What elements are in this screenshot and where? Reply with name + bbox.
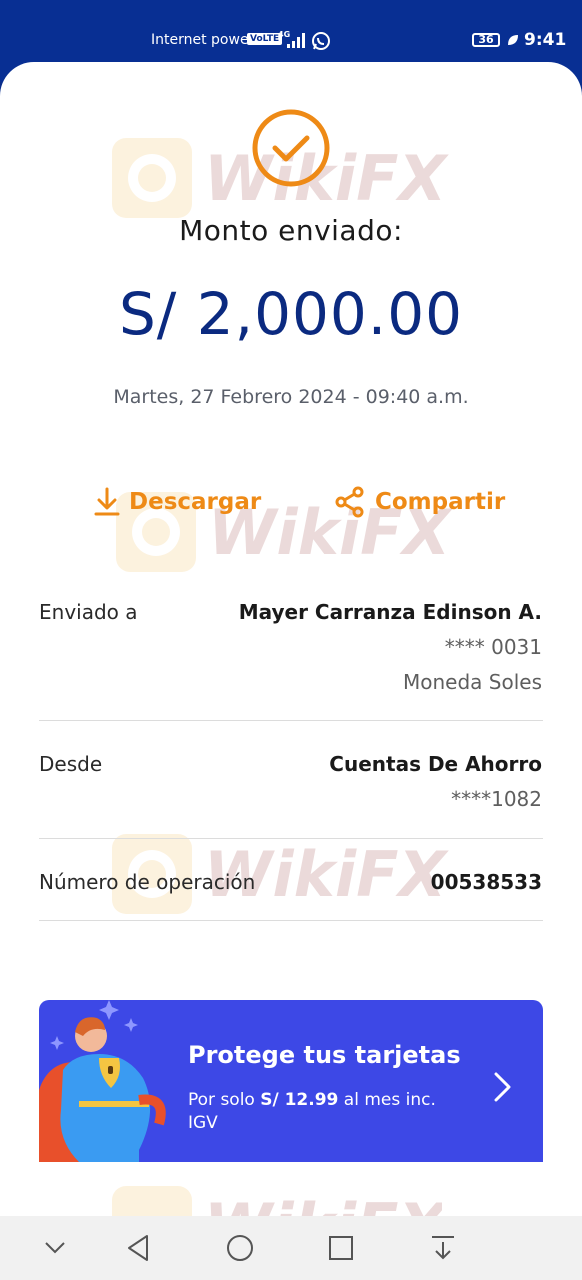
from-account: ****1082: [451, 787, 542, 811]
operation-label: Número de operación: [39, 870, 256, 894]
volte-badge: VoLTE: [247, 33, 283, 45]
receipt-card: WikiFX WikiFX WikiFX Monto enviado: S/ 2…: [0, 62, 582, 1222]
chevron-right-icon: [494, 1072, 511, 1102]
clock: 9:41: [524, 30, 567, 50]
sent-to-label: Enviado a: [39, 600, 138, 624]
amount-sent-title: Monto enviado:: [179, 214, 403, 247]
banner-price: S/ 12.99: [260, 1090, 339, 1110]
signal-icon: [287, 33, 305, 48]
recipient-name: Mayer Carranza Edinson A.: [238, 600, 542, 624]
battery-icon: 36: [472, 33, 500, 47]
transaction-datetime: Martes, 27 Febrero 2024 - 09:40 a.m.: [113, 386, 469, 408]
home-icon[interactable]: [226, 1234, 254, 1262]
download-label: Descargar: [129, 489, 262, 515]
recipient-account: **** 0031: [444, 635, 542, 659]
banner-subtitle-prefix: Por solo: [188, 1090, 261, 1110]
protect-cards-banner[interactable]: Protege tus tarjetas Por solo S/ 12.99 a…: [39, 1000, 543, 1162]
leaf-icon: [508, 35, 518, 45]
system-nav-bar: [0, 1216, 582, 1280]
divider: [39, 720, 543, 721]
check-circle-icon: [252, 109, 330, 187]
recipient-currency: Moneda Soles: [403, 670, 542, 694]
download-button[interactable]: Descargar: [94, 482, 261, 522]
superhero-illustration: [39, 1000, 166, 1162]
banner-subtitle: Por solo S/ 12.99 al mes inc. IGV: [188, 1089, 458, 1135]
carrier-name: Internet power: [151, 32, 255, 48]
back-icon[interactable]: [126, 1234, 150, 1262]
share-icon: [335, 486, 364, 518]
from-account-type: Cuentas De Ahorro: [329, 752, 542, 776]
share-label: Compartir: [375, 489, 506, 515]
from-label: Desde: [39, 752, 103, 776]
whatsapp-icon: [312, 32, 330, 50]
download-icon: [94, 487, 120, 516]
operation-number: 00538533: [430, 870, 542, 894]
recents-icon[interactable]: [328, 1234, 354, 1262]
banner-title: Protege tus tarjetas: [188, 1041, 461, 1069]
chevron-down-icon[interactable]: [44, 1241, 66, 1255]
notification-pulldown-icon[interactable]: [430, 1234, 456, 1262]
amount-value: S/ 2,000.00: [118, 280, 464, 348]
divider: [39, 838, 543, 839]
share-button[interactable]: Compartir: [334, 482, 505, 522]
divider: [39, 920, 543, 921]
